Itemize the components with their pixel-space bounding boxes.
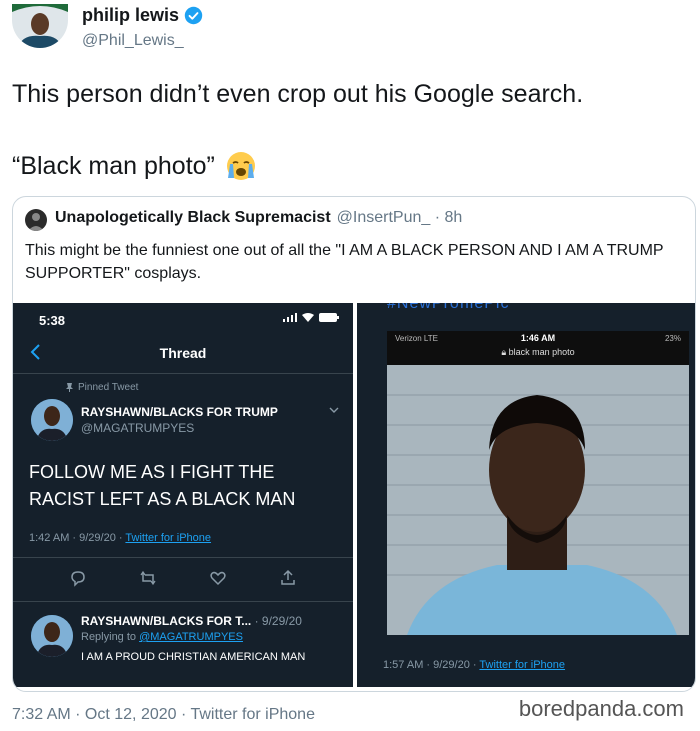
thread-meta-time: 1:42 AM · 9/29/20 · bbox=[29, 532, 126, 544]
wifi-icon bbox=[302, 313, 314, 322]
signal-icon bbox=[283, 313, 297, 322]
retweet-icon[interactable] bbox=[139, 569, 157, 587]
chevron-down-icon[interactable] bbox=[329, 407, 339, 413]
share-icon[interactable] bbox=[279, 569, 297, 587]
pin-icon bbox=[66, 383, 73, 392]
tweet-quote-text: “Black man photo” bbox=[12, 151, 215, 180]
author-handle[interactable]: @Phil_Lewis_ bbox=[82, 32, 184, 50]
battery-level: 23% bbox=[664, 334, 681, 343]
divider bbox=[13, 373, 353, 374]
reply-text: I AM A PROUD CHRISTIAN AMERICAN MAN bbox=[81, 651, 306, 663]
divider bbox=[13, 557, 353, 558]
search-query: 🔒︎ black man photo bbox=[387, 347, 689, 358]
pinned-label: Pinned Tweet bbox=[65, 382, 138, 393]
hashtag: #NewProfilePic bbox=[387, 303, 510, 312]
thread-title: Thread bbox=[159, 345, 207, 361]
profile-photo bbox=[387, 365, 689, 635]
quote-header: Unapologetically Black Supremacist @Inse… bbox=[55, 209, 462, 227]
search-text: black man photo bbox=[508, 347, 575, 357]
quote-avatar bbox=[25, 209, 47, 231]
tweet-timestamp[interactable]: 7:32 AM · Oct 12, 2020 · Twitter for iPh… bbox=[12, 706, 315, 724]
profile-meta-source-link[interactable]: Twitter for iPhone bbox=[479, 659, 565, 671]
verified-icon bbox=[184, 6, 203, 25]
thread-meta-source-link[interactable]: Twitter for iPhone bbox=[125, 532, 211, 544]
replying-to-label: Replying to bbox=[81, 631, 140, 643]
profile-meta-time: 1:57 AM · 9/29/20 · bbox=[383, 659, 480, 671]
watermark: boredpanda.com bbox=[518, 696, 684, 721]
reply-icon[interactable] bbox=[69, 569, 87, 587]
phone-status-bar: Verizon LTE 1:46 AM 23% 🔒︎ black man pho… bbox=[387, 331, 689, 365]
replying-to-handle[interactable]: @MAGATRUMPYES bbox=[139, 631, 243, 643]
thread-author-handle[interactable]: @MAGATRUMPYES bbox=[81, 421, 194, 435]
tweet-actions bbox=[33, 569, 333, 587]
phone-time: 1:46 AM bbox=[520, 333, 556, 343]
thread-author-name[interactable]: RAYSHAWN/BLACKS FOR TRUMP bbox=[81, 405, 278, 419]
status-time: 5:38 bbox=[39, 313, 66, 328]
reply-date: · 9/29/20 bbox=[254, 614, 302, 628]
profile-pic-meta: 1:57 AM · 9/29/20 · Twitter for iPhone bbox=[383, 659, 565, 671]
reply-author-name: RAYSHAWN/BLACKS FOR T... bbox=[81, 614, 252, 628]
like-icon[interactable] bbox=[209, 569, 227, 587]
search-lock-icon: 🔒︎ bbox=[501, 347, 509, 357]
thread-tweet-meta: 1:42 AM · 9/29/20 · Twitter for iPhone bbox=[29, 532, 211, 544]
author-name-text: philip lewis bbox=[82, 5, 180, 25]
reply-avatar[interactable] bbox=[31, 615, 73, 657]
quote-tweet[interactable]: Unapologetically Black Supremacist @Inse… bbox=[12, 196, 696, 692]
divider bbox=[13, 601, 353, 602]
battery-icon bbox=[319, 313, 339, 322]
thread-screenshot[interactable]: 5:38 Thread Pinned Tweet RAYSHAWN/BLACKS… bbox=[13, 303, 353, 687]
replying-to: Replying to @MAGATRUMPYES bbox=[81, 631, 243, 643]
tweet-text-quote: “Black man photo” bbox=[12, 150, 257, 182]
phone-screenshot: Verizon LTE 1:46 AM 23% 🔒︎ black man pho… bbox=[387, 331, 689, 635]
thread-tweet-text: FOLLOW ME AS I FIGHT THE RACIST LEFT AS … bbox=[29, 462, 296, 509]
pinned-text: Pinned Tweet bbox=[78, 382, 139, 393]
author-name[interactable]: philip lewis bbox=[82, 5, 203, 26]
reply-author[interactable]: RAYSHAWN/BLACKS FOR T... · 9/29/20 bbox=[81, 614, 302, 628]
profile-pic-screenshot[interactable]: #NewProfilePic Verizon LTE 1:46 AM 23% 🔒… bbox=[357, 303, 695, 687]
quote-text: This might be the funniest one out of al… bbox=[25, 242, 664, 282]
tweet-text: This person didn’t even crop out his Goo… bbox=[12, 80, 584, 108]
avatar[interactable] bbox=[12, 4, 68, 48]
quote-author-handle: @InsertPun_ · 8h bbox=[336, 209, 463, 226]
quote-author-name: Unapologetically Black Supremacist bbox=[55, 209, 331, 226]
thread-avatar[interactable] bbox=[31, 399, 73, 441]
crying-face-icon bbox=[226, 152, 255, 180]
status-icons bbox=[283, 313, 339, 322]
